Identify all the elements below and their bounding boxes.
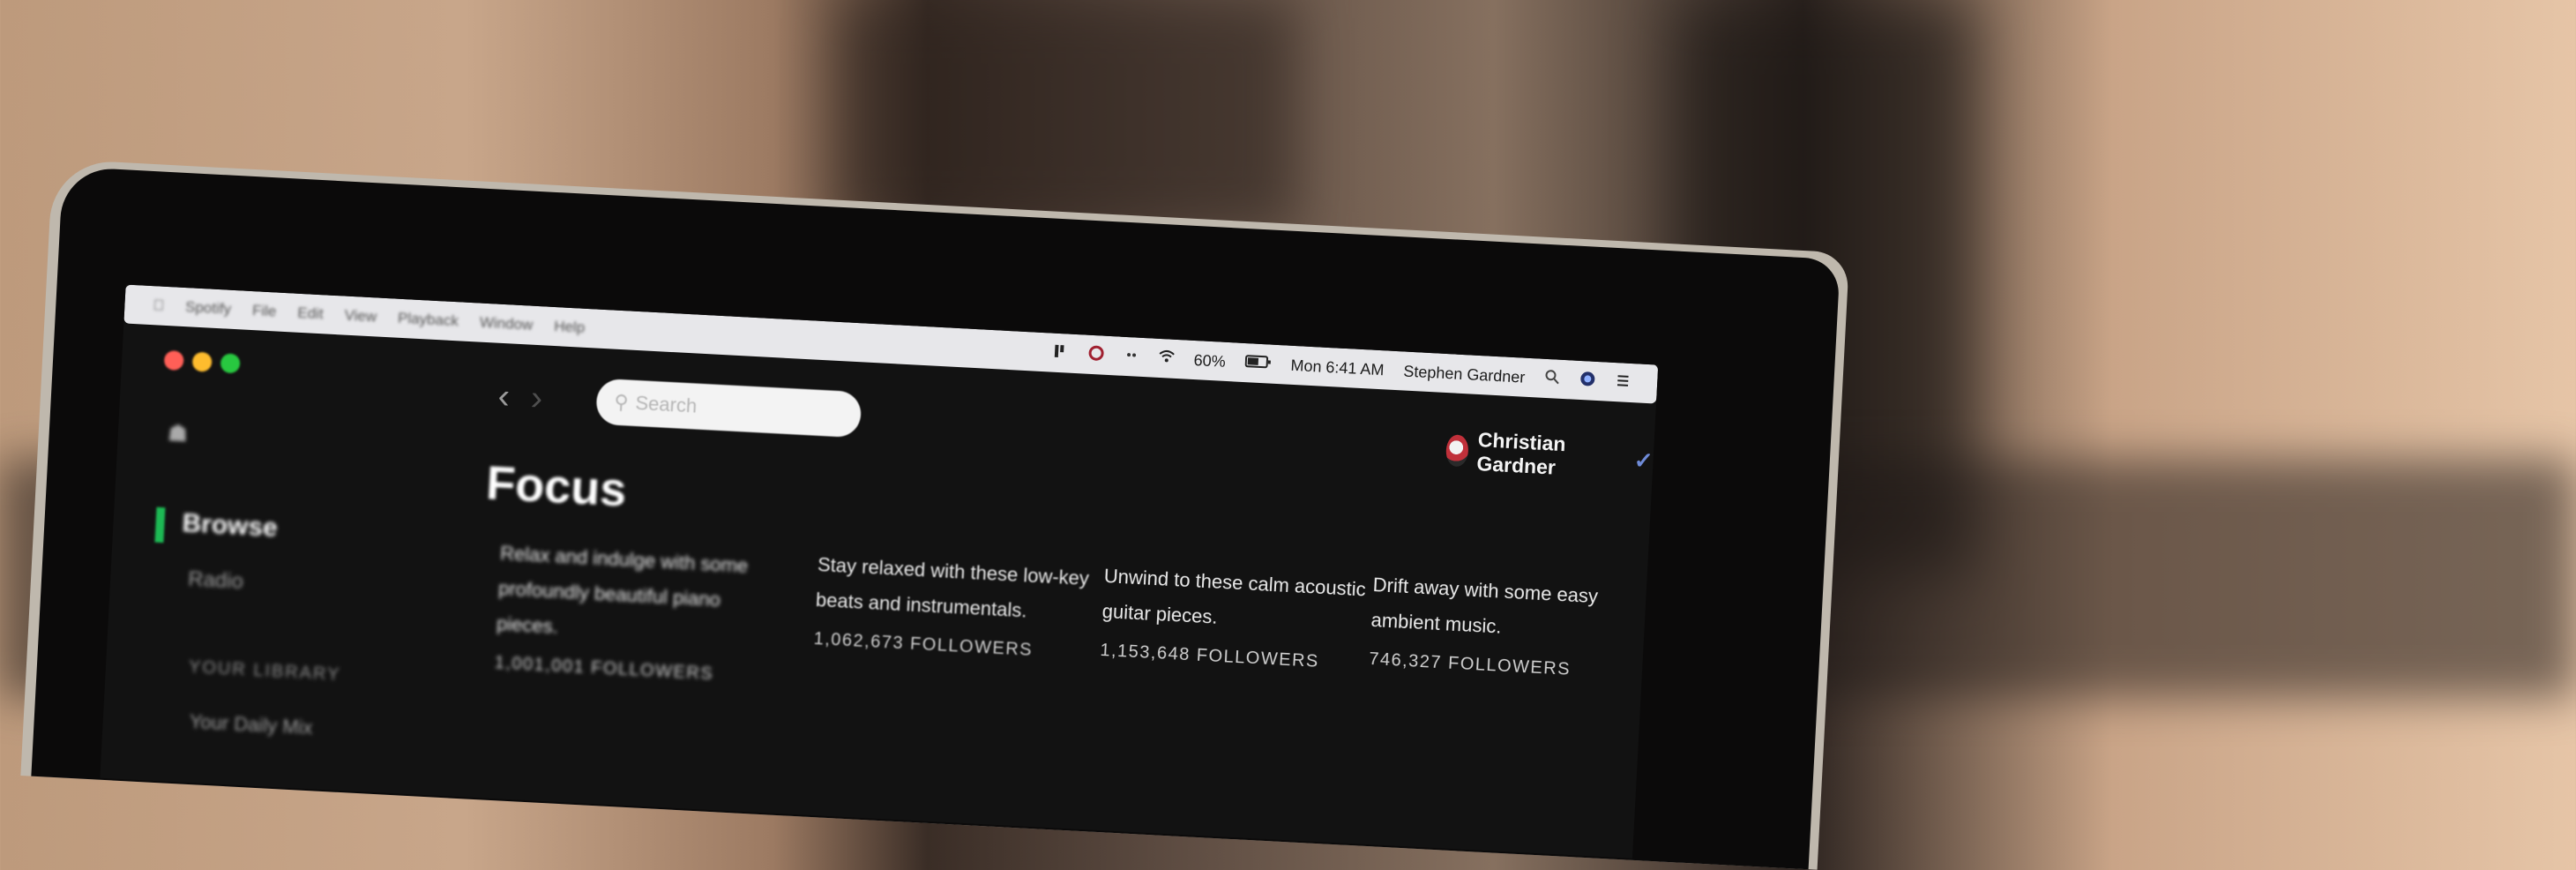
home-icon[interactable]: ☗ <box>167 419 189 447</box>
playlist-description: Drift away with some easy ambient music. <box>1370 574 1599 638</box>
page-title: Focus <box>484 456 628 517</box>
wifi-icon[interactable] <box>1158 348 1175 369</box>
close-window-button[interactable] <box>163 349 184 371</box>
battery-icon[interactable] <box>1244 354 1272 374</box>
siri-icon[interactable] <box>1579 370 1596 391</box>
playlist-card[interactable]: Drift away with some easy ambient music.… <box>1368 567 1655 692</box>
macos-menubar:  Spotify File Edit View Playback Window… <box>123 284 1659 404</box>
sidebar-section-library: YOUR LIBRARY <box>188 656 341 685</box>
laptop-lid:  Spotify File Edit View Playback Window… <box>31 166 1841 870</box>
sidebar-item-daily-mix[interactable]: Your Daily Mix <box>189 710 313 739</box>
playlist-card[interactable]: Relax and indulge with some profoundly b… <box>494 536 783 695</box>
user-profile[interactable]: Christian Gardner ✓ <box>1445 426 1654 484</box>
menu-view[interactable]: View <box>344 307 377 326</box>
sidebar-item-browse[interactable]: Browse <box>182 508 279 544</box>
menu-spotify[interactable]: Spotify <box>185 298 232 319</box>
menubar-clock[interactable]: Mon 6:41 AM <box>1290 356 1385 379</box>
playlist-description: Stay relaxed with these low-key beats an… <box>815 553 1090 622</box>
background-blur-dark <box>838 0 1296 229</box>
apple-logo-icon[interactable]:  <box>153 296 165 315</box>
avatar[interactable] <box>1445 434 1470 468</box>
search-icon: ⚲ <box>613 390 630 414</box>
profile-name[interactable]: Christian Gardner <box>1476 428 1600 482</box>
maximize-window-button[interactable] <box>220 353 241 374</box>
playlist-card[interactable]: Stay relaxed with these low-key beats an… <box>813 547 1101 671</box>
battery-percent: 60% <box>1193 350 1227 371</box>
app-status-icon[interactable] <box>1052 342 1069 364</box>
menubar-menus:  Spotify File Edit View Playback Window… <box>124 296 586 337</box>
sidebar: ☗ Browse Radio YOUR LIBRARY Your Daily M… <box>142 401 479 797</box>
back-arrow-icon[interactable]: ‹ <box>497 377 511 417</box>
active-indicator <box>154 506 166 544</box>
notification-center-icon[interactable] <box>1615 372 1631 394</box>
sidebar-item-radio[interactable]: Radio <box>188 567 244 595</box>
chevron-down-icon[interactable]: ✓ <box>1633 446 1654 475</box>
playlist-description: Unwind to these calm acoustic guitar pie… <box>1101 565 1367 628</box>
playlist-card[interactable]: Unwind to these calm acoustic guitar pie… <box>1099 559 1386 683</box>
spotlight-search-icon[interactable] <box>1544 368 1561 389</box>
menubar-username[interactable]: Stephen Gardner <box>1403 362 1526 386</box>
playlist-description: Relax and indulge with some profoundly b… <box>496 542 749 638</box>
activity-icon[interactable] <box>1123 346 1139 367</box>
menu-edit[interactable]: Edit <box>297 304 324 324</box>
window-controls <box>163 349 241 374</box>
menu-playback[interactable]: Playback <box>398 310 459 331</box>
menu-file[interactable]: File <box>252 302 277 320</box>
forward-arrow-icon[interactable]: › <box>530 379 544 419</box>
menu-window[interactable]: Window <box>479 314 533 334</box>
laptop-screen:  Spotify File Edit View Playback Window… <box>100 284 1659 859</box>
search-input[interactable]: ⚲ Search <box>595 378 862 439</box>
history-navigation: ‹ › <box>497 377 543 419</box>
laptop:  Spotify File Edit View Playback Window… <box>20 159 1850 870</box>
search-placeholder: Search <box>634 391 698 417</box>
menu-help[interactable]: Help <box>554 318 586 337</box>
minimize-window-button[interactable] <box>191 351 213 372</box>
creative-cloud-icon[interactable] <box>1087 344 1104 365</box>
menubar-status: 60% Mon 6:41 AM Stephen Gardner <box>1052 342 1657 394</box>
